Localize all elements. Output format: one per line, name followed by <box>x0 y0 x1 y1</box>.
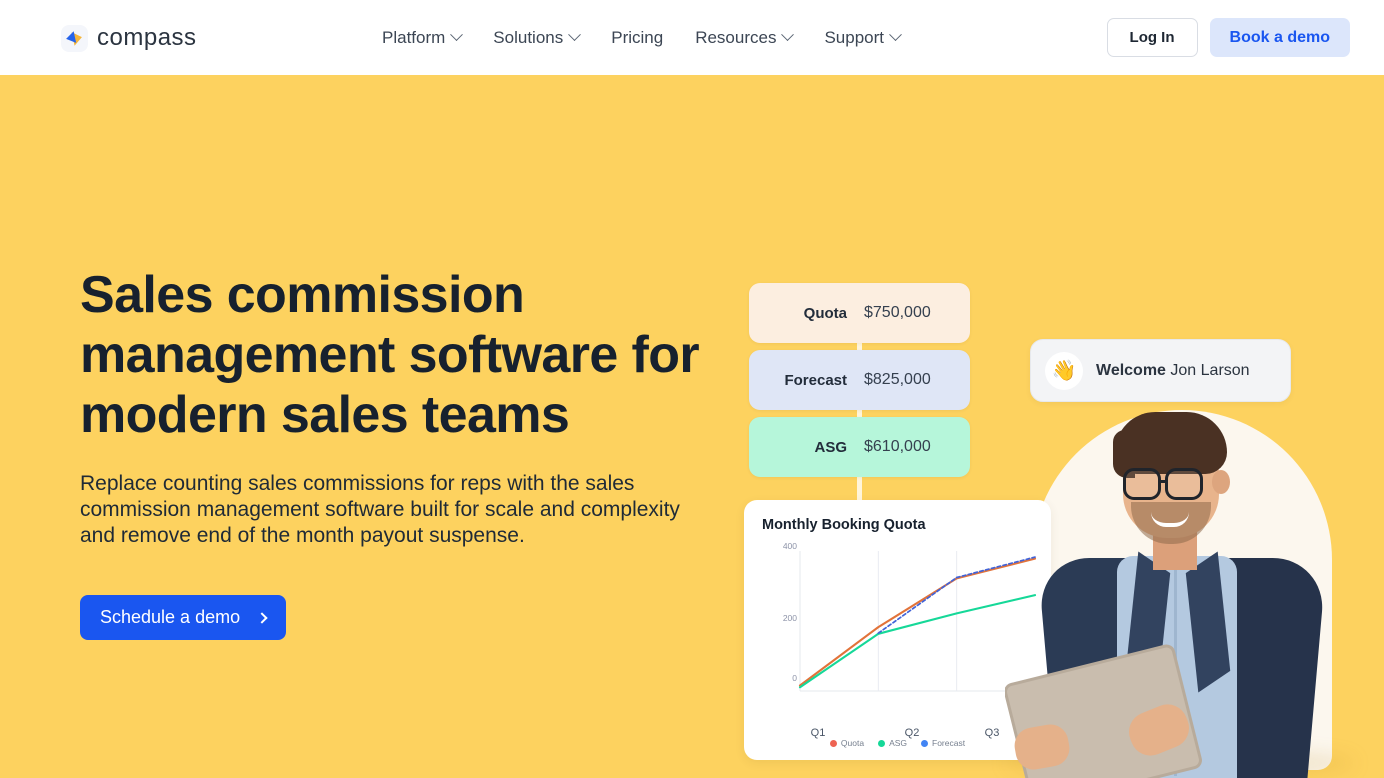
nav-item-label: Resources <box>695 27 777 47</box>
welcome-user-name: Jon Larson <box>1170 361 1250 379</box>
y-axis-tick: 400 <box>782 541 797 551</box>
hero-section: Sales commission management software for… <box>0 75 1384 778</box>
welcome-greeting: Welcome <box>1096 361 1166 379</box>
legend-dot <box>921 739 929 747</box>
stat-value: $750,000 <box>864 304 931 321</box>
schedule-demo-button[interactable]: Schedule a demo <box>80 595 287 640</box>
page-title: Sales commission management software for… <box>80 266 700 444</box>
nav-item-label: Solutions <box>493 27 564 47</box>
nav-item-resources[interactable]: Resources <box>679 0 808 75</box>
y-axis-tick: 0 <box>792 673 797 683</box>
chevron-down-icon <box>450 28 464 42</box>
stat-label: Quota <box>803 304 847 322</box>
legend-item-forecast: Forecast <box>921 738 965 748</box>
nav-item-label: Support <box>824 27 885 47</box>
book-demo-button[interactable]: Book a demo <box>1209 18 1350 57</box>
login-button[interactable]: Log In <box>1106 18 1198 57</box>
hero-copy: Sales commission management software for… <box>80 265 700 640</box>
stat-card-quota[interactable]: Quota $750,000 <box>749 283 970 343</box>
stat-card-forecast[interactable]: Forecast $825,000 <box>749 350 970 410</box>
compass-arrow-icon <box>61 24 88 52</box>
waving-hand-icon: 👋 <box>1045 351 1083 390</box>
nav-item-pricing[interactable]: Pricing <box>595 0 679 75</box>
nav-item-solutions[interactable]: Solutions <box>477 0 595 75</box>
line-chart-svg <box>798 551 1037 692</box>
chevron-right-icon <box>256 611 268 624</box>
chart-plot-area: 400 200 0 Q1 Q2 Q3 <box>758 541 1043 739</box>
stat-value: $825,000 <box>864 371 931 388</box>
nav-item-platform[interactable]: Platform <box>366 0 477 75</box>
nav-item-label: Platform <box>382 27 446 47</box>
legend-item-quota: Quota <box>829 738 865 748</box>
chevron-down-icon <box>781 28 795 42</box>
legend-label: ASG <box>889 738 908 748</box>
chart-title: Monthly Booking Quota <box>762 517 926 533</box>
nav-links: Platform Solutions Pricing Resources Sup… <box>366 0 916 75</box>
brand-name: compass <box>97 24 197 51</box>
welcome-card: 👋 Welcome Jon Larson <box>1030 339 1291 402</box>
stat-label: Forecast <box>784 371 847 389</box>
hero-illustration: Quota $750,000 Forecast $825,000 ASG $61… <box>735 195 1375 778</box>
person-photo <box>1005 390 1360 778</box>
legend-label: Forecast <box>932 738 966 748</box>
legend-label: Quota <box>840 738 865 748</box>
y-axis-tick: 200 <box>782 613 797 623</box>
ear <box>1212 470 1230 494</box>
glasses-bridge <box>1160 480 1167 483</box>
glasses-lens-right <box>1165 468 1203 500</box>
chevron-down-icon <box>889 28 902 42</box>
stat-label: ASG <box>814 438 847 456</box>
nav-actions: Log In Book a demo <box>1106 18 1350 57</box>
hero-subtitle: Replace counting sales commissions for r… <box>80 472 680 547</box>
schedule-demo-label: Schedule a demo <box>100 607 241 627</box>
brand-logo[interactable]: compass <box>61 24 197 52</box>
stat-card-asg[interactable]: ASG $610,000 <box>749 417 970 477</box>
legend-dot <box>878 739 886 747</box>
nav-item-label: Pricing <box>611 27 664 47</box>
top-navigation-bar: compass Platform Solutions Pricing Resou… <box>0 0 1384 75</box>
stat-value: $610,000 <box>864 438 931 455</box>
chevron-down-icon <box>568 28 582 42</box>
welcome-message: Welcome Jon Larson <box>1096 362 1250 380</box>
glasses-lens-left <box>1123 468 1161 500</box>
nav-item-support[interactable]: Support <box>808 0 916 75</box>
legend-item-asg: ASG <box>878 738 907 748</box>
legend-dot <box>829 739 837 747</box>
